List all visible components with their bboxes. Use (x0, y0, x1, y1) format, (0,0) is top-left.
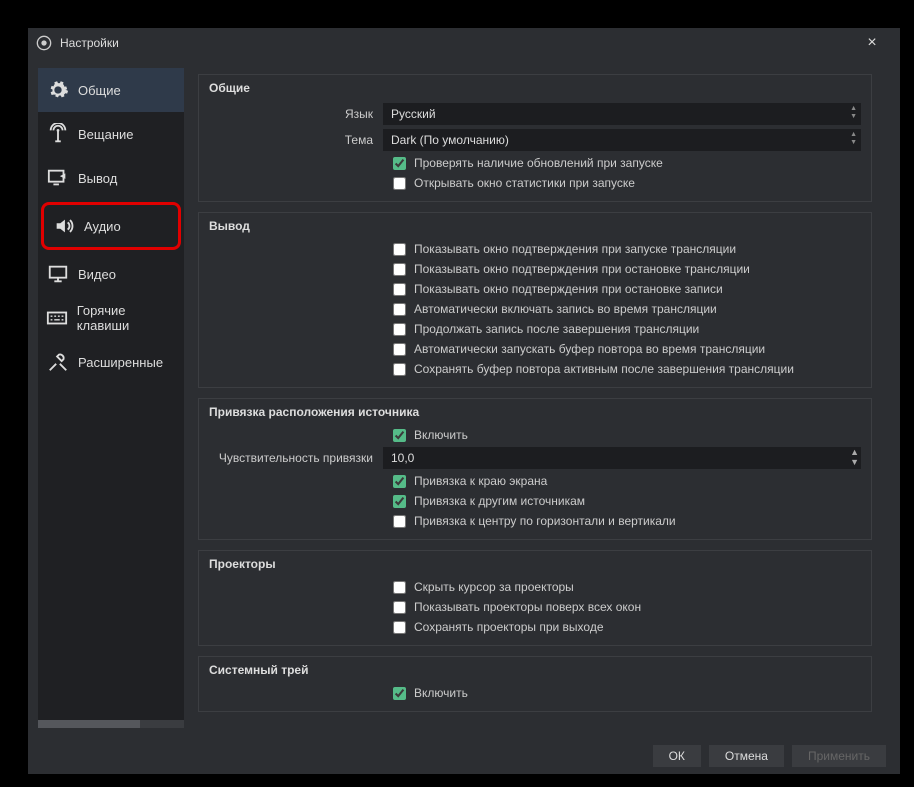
open-stats-checkbox[interactable] (393, 177, 406, 190)
titlebar: Настройки × (28, 28, 900, 58)
check-updates-checkbox[interactable] (393, 157, 406, 170)
group-systray: Системный трей Включить (198, 656, 872, 712)
group-title: Вывод (199, 213, 871, 239)
sidebar-item-label: Общие (78, 83, 121, 98)
sidebar-item-label: Аудио (84, 219, 121, 234)
gear-icon (46, 78, 70, 102)
output-c7-checkbox[interactable] (393, 363, 406, 376)
ok-button[interactable]: ОК (653, 745, 701, 767)
sidebar-item-advanced[interactable]: Расширенные (38, 340, 184, 384)
group-title: Проекторы (199, 551, 871, 577)
language-label: Язык (209, 107, 383, 121)
sidebar-item-label: Расширенные (78, 355, 163, 370)
language-select[interactable]: Русский▲▼ (383, 103, 861, 125)
snap-screen-checkbox[interactable] (393, 475, 406, 488)
sidebar: Общие Вещание Вывод Аудио Видео (38, 68, 184, 728)
sidebar-item-hotkeys[interactable]: Горячие клавиши (38, 296, 184, 340)
group-projectors: Проекторы Скрыть курсор за проекторы Пок… (198, 550, 872, 646)
output-c4-checkbox[interactable] (393, 303, 406, 316)
window-title: Настройки (60, 36, 852, 50)
group-snapping: Привязка расположения источника Включить… (198, 398, 872, 540)
output-icon (46, 166, 70, 190)
group-title: Привязка расположения источника (199, 399, 871, 425)
settings-content[interactable]: Общие Язык Русский▲▼ Тема Dark (По умолч… (192, 68, 890, 728)
open-stats-label: Открывать окно статистики при запуске (414, 176, 635, 190)
theme-select[interactable]: Dark (По умолчанию)▲▼ (383, 129, 861, 151)
snap-sources-checkbox[interactable] (393, 495, 406, 508)
antenna-icon (46, 122, 70, 146)
proj-save-checkbox[interactable] (393, 621, 406, 634)
group-output: Вывод Показывать окно подтверждения при … (198, 212, 872, 388)
group-general: Общие Язык Русский▲▼ Тема Dark (По умолч… (198, 74, 872, 202)
settings-window: Настройки × Общие Вещание Вывод Аудио (28, 28, 900, 774)
output-c2-checkbox[interactable] (393, 263, 406, 276)
sidebar-item-stream[interactable]: Вещание (38, 112, 184, 156)
sidebar-item-label: Вывод (78, 171, 117, 186)
sidebar-item-general[interactable]: Общие (38, 68, 184, 112)
snap-center-checkbox[interactable] (393, 515, 406, 528)
sidebar-item-output[interactable]: Вывод (38, 156, 184, 200)
output-c6-checkbox[interactable] (393, 343, 406, 356)
snap-sensitivity-label: Чувствительность привязки (209, 451, 383, 465)
sidebar-scrollbar[interactable] (38, 720, 184, 728)
sidebar-item-audio[interactable]: Аудио (44, 205, 178, 247)
sidebar-item-label: Видео (78, 267, 116, 282)
snap-sensitivity-spinner[interactable]: 10,0▲▼ (383, 447, 861, 469)
output-c5-checkbox[interactable] (393, 323, 406, 336)
proj-hide-cursor-checkbox[interactable] (393, 581, 406, 594)
keyboard-icon (46, 306, 69, 330)
output-c1-checkbox[interactable] (393, 243, 406, 256)
tools-icon (46, 350, 70, 374)
sidebar-item-audio-highlight: Аудио (41, 202, 181, 250)
theme-label: Тема (209, 133, 383, 147)
close-button[interactable]: × (852, 34, 892, 52)
group-title: Общие (199, 75, 871, 101)
proj-on-top-checkbox[interactable] (393, 601, 406, 614)
speaker-icon (52, 214, 76, 238)
sidebar-item-label: Горячие клавиши (77, 303, 176, 333)
monitor-icon (46, 262, 70, 286)
snap-enable-checkbox[interactable] (393, 429, 406, 442)
group-title: Системный трей (199, 657, 871, 683)
systray-enable-checkbox[interactable] (393, 687, 406, 700)
obs-icon (36, 35, 52, 51)
check-updates-label: Проверять наличие обновлений при запуске (414, 156, 663, 170)
sidebar-item-video[interactable]: Видео (38, 252, 184, 296)
cancel-button[interactable]: Отмена (709, 745, 784, 767)
output-c3-checkbox[interactable] (393, 283, 406, 296)
dialog-footer: ОК Отмена Применить (28, 738, 900, 774)
apply-button[interactable]: Применить (792, 745, 886, 767)
sidebar-item-label: Вещание (78, 127, 134, 142)
